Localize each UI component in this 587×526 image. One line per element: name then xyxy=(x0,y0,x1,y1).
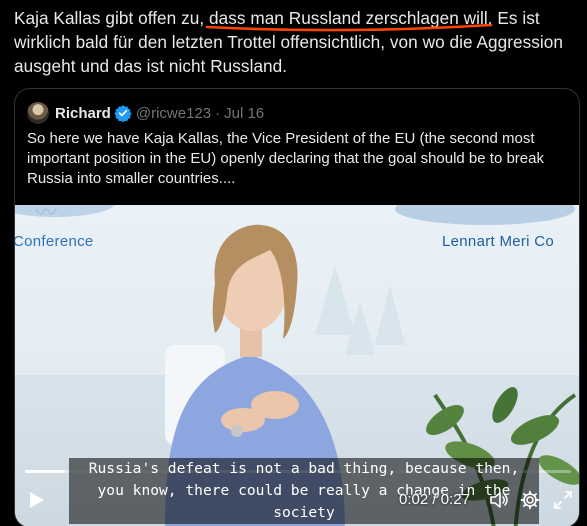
quoted-post[interactable]: Richard @ricwe123 · Jul 16 So here we ha… xyxy=(14,88,580,526)
quote-date[interactable]: Jul 16 xyxy=(224,105,264,122)
quote-header: Richard @ricwe123 · Jul 16 xyxy=(27,101,264,125)
time-separator: / xyxy=(428,491,441,508)
video-progress-fill xyxy=(25,470,66,473)
fullscreen-icon[interactable] xyxy=(553,490,573,510)
video-banner-right: Lennart Meri Co xyxy=(442,233,555,250)
current-time: 0:02 xyxy=(399,491,429,508)
banner-graphic: 〰 xyxy=(35,205,58,225)
volume-icon[interactable] xyxy=(489,490,509,510)
separator-dot: · xyxy=(215,104,221,122)
quote-author-name[interactable]: Richard xyxy=(55,105,111,122)
post-text: Kaja Kallas gibt offen zu, dass man Russ… xyxy=(14,6,584,78)
play-icon[interactable] xyxy=(29,491,45,509)
duration: 0:27 xyxy=(440,491,470,508)
video-banner-left: Conference xyxy=(15,233,94,250)
avatar[interactable] xyxy=(27,102,49,124)
quote-text: So here we have Kaja Kallas, the Vice Pr… xyxy=(27,130,544,187)
quote-author-handle[interactable]: @ricwe123 xyxy=(136,105,211,122)
gear-icon[interactable] xyxy=(520,490,540,510)
verified-badge-icon xyxy=(114,105,132,122)
video-time: 0:02 / 0:27 xyxy=(399,491,470,508)
post-text-before: Kaja Kallas gibt offen zu, xyxy=(14,8,209,28)
video-player[interactable]: 〰 Conference Lennart Meri Co Russia's de… xyxy=(15,205,579,526)
post-text-highlight: dass man Russland zerschlagen will xyxy=(209,8,488,28)
